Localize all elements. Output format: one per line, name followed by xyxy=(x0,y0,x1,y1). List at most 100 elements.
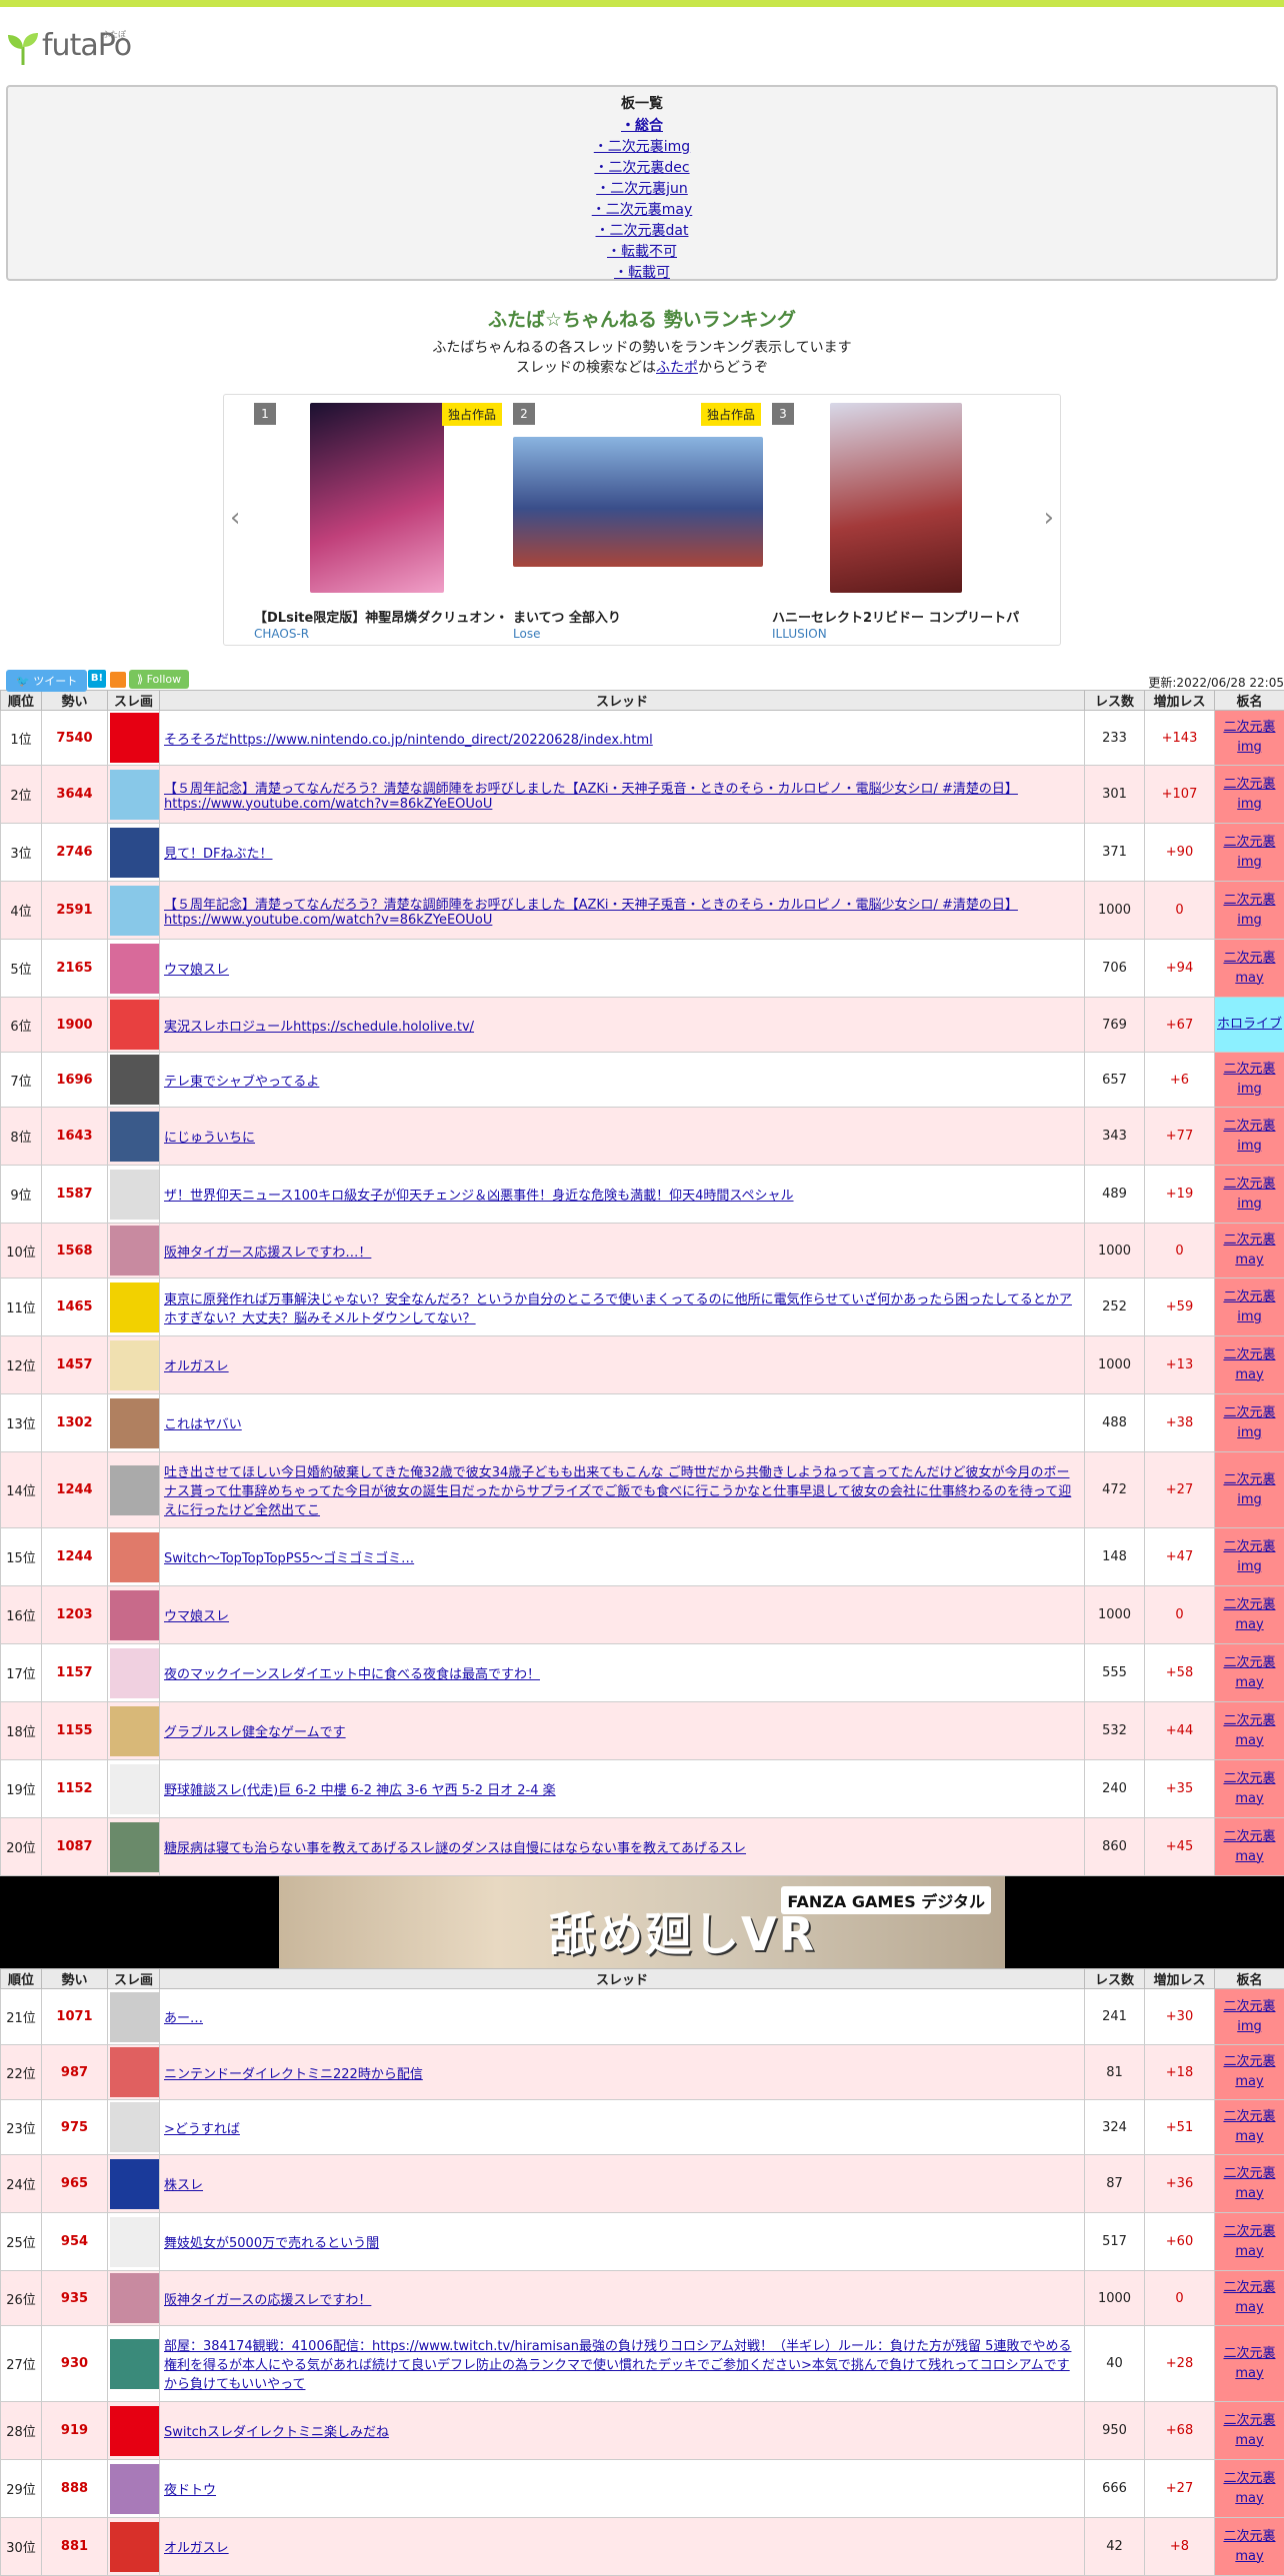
thumb-cell[interactable] xyxy=(108,2155,160,2213)
thread-link[interactable]: ザ！世界仰天ニュース100キロ級女子が仰天チェンジ＆凶悪事件！身近な危険も満載！… xyxy=(164,1189,794,1204)
carousel-prev-icon[interactable]: ‹ xyxy=(230,503,240,533)
thread-thumbnail[interactable] xyxy=(110,1764,160,1814)
board-link[interactable]: ・転載可 xyxy=(614,265,670,281)
thumb-cell[interactable] xyxy=(108,1279,160,1336)
thread-thumbnail[interactable] xyxy=(110,1170,160,1220)
thread-link[interactable]: 阪神タイガース応援スレですわ…！ xyxy=(164,1246,371,1261)
thread-link[interactable]: これはヤバい xyxy=(164,1417,242,1432)
futapo-link[interactable]: ふたポ xyxy=(656,360,698,376)
board-name-link[interactable]: 二次元裏may xyxy=(1223,2054,1275,2089)
thread-link[interactable]: ニンテンドーダイレクトミニ222時から配信 xyxy=(164,2067,423,2082)
board-name-link[interactable]: 二次元裏img xyxy=(1223,1539,1275,1574)
thumb-cell[interactable] xyxy=(108,824,160,882)
thread-thumbnail[interactable] xyxy=(110,2217,160,2267)
thread-thumbnail[interactable] xyxy=(110,713,160,763)
board-name-link[interactable]: 二次元裏may xyxy=(1223,2280,1275,2315)
carousel-slide[interactable]: 2 独占作品 まいてつ 全部入り Lose xyxy=(513,403,765,639)
thread-link[interactable]: テレ東でシャブやってるよ xyxy=(164,1075,319,1090)
thread-thumbnail[interactable] xyxy=(110,1226,160,1276)
board-name-link[interactable]: 二次元裏may xyxy=(1223,2224,1275,2259)
thread-link[interactable]: 部屋：384174観戦：41006配信：https://www.twitch.t… xyxy=(164,2339,1071,2392)
thumb-cell[interactable] xyxy=(108,2100,160,2155)
thumb-cell[interactable] xyxy=(108,1644,160,1702)
product-maker[interactable]: Lose xyxy=(513,627,540,641)
thread-thumbnail[interactable] xyxy=(110,1340,160,1390)
thread-link[interactable]: にじゅういちに xyxy=(164,1131,255,1146)
thumb-cell[interactable] xyxy=(108,1989,160,2045)
thread-thumbnail[interactable] xyxy=(110,2406,160,2456)
thread-thumbnail[interactable] xyxy=(110,2464,160,2514)
thread-thumbnail[interactable] xyxy=(110,1465,160,1515)
board-name-link[interactable]: 二次元裏img xyxy=(1223,777,1275,812)
thumb-cell[interactable] xyxy=(108,2213,160,2271)
board-link[interactable]: ・二次元裏dat xyxy=(596,223,689,239)
follow-button[interactable]: ⟫ Follow xyxy=(129,670,189,689)
thread-thumbnail[interactable] xyxy=(110,2102,160,2152)
board-name-link[interactable]: 二次元裏may xyxy=(1223,2166,1275,2201)
thumb-cell[interactable] xyxy=(108,2045,160,2100)
carousel-slide[interactable]: 3 ハニーセレクト2リビドー コンプリートパ ILLUSION xyxy=(772,403,1024,639)
thumb-cell[interactable] xyxy=(108,1224,160,1279)
thread-link[interactable]: 株スレ xyxy=(164,2178,203,2193)
thumb-cell[interactable] xyxy=(108,1053,160,1108)
board-name-link[interactable]: 二次元裏img xyxy=(1223,1062,1275,1097)
board-name-link[interactable]: 二次元裏img xyxy=(1223,1999,1275,2034)
thread-link[interactable]: Switch〜TopTopTopPS5〜ゴミゴミゴミ… xyxy=(164,1551,414,1566)
board-name-link[interactable]: 二次元裏img xyxy=(1223,1119,1275,1154)
thread-link[interactable]: 野球雑談スレ(代走)巨 6-2 中樓 6-2 神広 3-6 ヤ西 5-2 日オ … xyxy=(164,1783,556,1798)
board-name-link[interactable]: 二次元裏may xyxy=(1223,1713,1275,1748)
thread-thumbnail[interactable] xyxy=(110,1590,160,1640)
board-link[interactable]: ・二次元裏may xyxy=(592,202,693,218)
product-maker[interactable]: ILLUSION xyxy=(772,627,827,641)
thread-link[interactable]: 舞妓処女が5000万で売れるという闇 xyxy=(164,2236,379,2251)
thumb-cell[interactable] xyxy=(108,766,160,824)
thread-thumbnail[interactable] xyxy=(110,2159,160,2209)
board-name-link[interactable]: 二次元裏may xyxy=(1223,2529,1275,2564)
thread-thumbnail[interactable] xyxy=(110,1532,160,1582)
thread-link[interactable]: そろそろだhttps://www.nintendo.co.jp/nintendo… xyxy=(164,733,653,748)
thumb-cell[interactable] xyxy=(108,1394,160,1452)
thread-thumbnail[interactable] xyxy=(110,1706,160,1756)
board-name-link[interactable]: 二次元裏may xyxy=(1223,1347,1275,1382)
thumb-cell[interactable] xyxy=(108,2326,160,2402)
thumb-cell[interactable] xyxy=(108,1336,160,1394)
thread-thumbnail[interactable] xyxy=(110,1822,160,1872)
board-name-link[interactable]: 二次元裏may xyxy=(1223,1655,1275,1690)
thread-link[interactable]: 阪神タイガースの応援スレですわ！ xyxy=(164,2293,371,2308)
thread-thumbnail[interactable] xyxy=(110,1648,160,1698)
thread-link[interactable]: 【５周年記念】清楚ってなんだろう？清楚な調師陣をお呼びしました【AZKi・天神子… xyxy=(164,898,1018,928)
thumb-cell[interactable] xyxy=(108,2271,160,2326)
thread-thumbnail[interactable] xyxy=(110,828,160,878)
thread-link[interactable]: ウマ娘スレ xyxy=(164,963,229,978)
board-name-link[interactable]: 二次元裏may xyxy=(1223,2413,1275,2448)
board-name-link[interactable]: 二次元裏may xyxy=(1223,1233,1275,1268)
thread-link[interactable]: 見て！DFねぶた！ xyxy=(164,847,273,862)
board-name-link[interactable]: 二次元裏may xyxy=(1223,2471,1275,2506)
thread-thumbnail[interactable] xyxy=(110,1398,160,1448)
rss-icon[interactable] xyxy=(110,672,126,688)
thread-link[interactable]: あー… xyxy=(164,2011,203,2026)
thread-link[interactable]: オルガスレ xyxy=(164,1359,229,1374)
thumb-cell[interactable] xyxy=(108,1818,160,1876)
board-name-link[interactable]: 二次元裏img xyxy=(1223,1472,1275,1507)
board-name-link[interactable]: 二次元裏img xyxy=(1223,1405,1275,1440)
thumb-cell[interactable] xyxy=(108,2460,160,2518)
site-logo[interactable]: futaPo ふたぽ xyxy=(6,27,131,65)
board-name-link[interactable]: 二次元裏img xyxy=(1223,1177,1275,1212)
carousel-next-icon[interactable]: › xyxy=(1044,503,1054,533)
board-name-link[interactable]: 二次元裏img xyxy=(1223,835,1275,870)
thumb-cell[interactable] xyxy=(108,998,160,1053)
thread-thumbnail[interactable] xyxy=(110,1283,160,1332)
thumb-cell[interactable] xyxy=(108,1452,160,1528)
thumb-cell[interactable] xyxy=(108,940,160,998)
thread-link[interactable]: 夜ドトウ xyxy=(164,2483,216,2498)
board-link[interactable]: ・総合 xyxy=(621,118,663,134)
thread-link[interactable]: 吐き出させてほしい今日婚約破棄してきた俺32歳で彼女34歳子どもも出来てもこんな… xyxy=(164,1465,1071,1518)
thread-thumbnail[interactable] xyxy=(110,886,160,936)
thread-link[interactable]: 実況スレホロジュールhttps://schedule.hololive.tv/ xyxy=(164,1020,474,1035)
thread-link[interactable]: 【５周年記念】清楚ってなんだろう？清楚な調師陣をお呼びしました【AZKi・天神子… xyxy=(164,782,1018,812)
product-maker[interactable]: CHAOS-R xyxy=(254,627,309,641)
thread-link[interactable]: オルガスレ xyxy=(164,2541,229,2556)
thread-thumbnail[interactable] xyxy=(110,1055,160,1105)
thumb-cell[interactable] xyxy=(108,1166,160,1224)
